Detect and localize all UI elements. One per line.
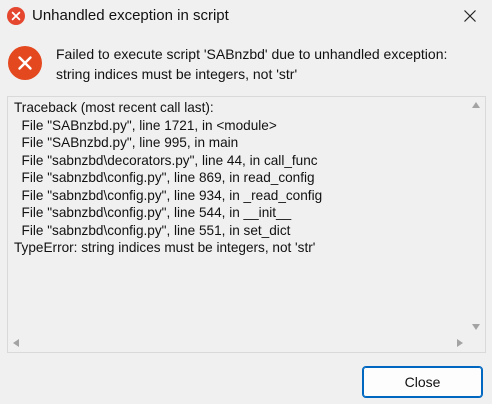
title-bar: Unhandled exception in script xyxy=(0,0,492,32)
traceback-line: TypeError: string indices must be intege… xyxy=(14,240,316,255)
scroll-up-arrow-icon[interactable] xyxy=(472,102,480,108)
horizontal-scrollbar[interactable] xyxy=(8,335,468,352)
scroll-right-arrow-icon[interactable] xyxy=(457,339,463,347)
traceback-line: File "sabnzbd\config.py", line 934, in _… xyxy=(14,187,323,203)
vertical-scrollbar[interactable] xyxy=(468,97,485,335)
error-icon xyxy=(8,46,42,80)
traceback-line: Traceback (most recent call last): xyxy=(14,100,214,115)
traceback-line: File "sabnzbd\decorators.py", line 44, i… xyxy=(14,152,318,168)
error-dialog: Unhandled exception in script Failed to … xyxy=(0,0,492,404)
error-icon xyxy=(7,7,25,25)
scrollbar-corner xyxy=(468,335,485,352)
traceback-text: Traceback (most recent call last): File … xyxy=(14,99,462,334)
scroll-left-arrow-icon[interactable] xyxy=(13,339,19,347)
error-message-line: string indices must be integers, not 'st… xyxy=(56,66,298,82)
error-message: Failed to execute script 'SABnzbd' due t… xyxy=(56,44,481,84)
scroll-down-arrow-icon[interactable] xyxy=(472,324,480,330)
error-message-line: Failed to execute script 'SABnzbd' due t… xyxy=(56,46,448,62)
close-icon[interactable] xyxy=(448,0,492,32)
traceback-line: File "SABnzbd.py", line 1721, in <module… xyxy=(14,117,277,133)
traceback-line: File "sabnzbd\config.py", line 551, in s… xyxy=(14,222,291,238)
traceback-line: File "sabnzbd\config.py", line 869, in r… xyxy=(14,170,315,185)
traceback-line: File "sabnzbd\config.py", line 544, in _… xyxy=(14,205,292,220)
close-button[interactable]: Close xyxy=(362,366,483,398)
traceback-text-area[interactable]: Traceback (most recent call last): File … xyxy=(7,96,486,353)
traceback-line: File "SABnzbd.py", line 995, in main xyxy=(14,135,239,150)
window-title: Unhandled exception in script xyxy=(32,7,229,24)
